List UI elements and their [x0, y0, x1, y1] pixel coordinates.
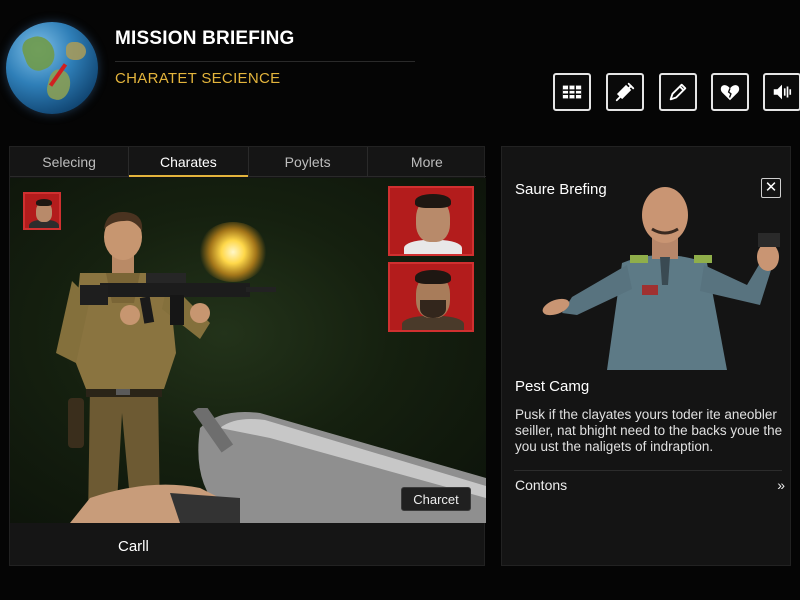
speaker-icon: [773, 84, 792, 100]
contons-link[interactable]: Contons »: [515, 477, 785, 493]
heart-icon: [720, 85, 740, 101]
grid-button[interactable]: [553, 73, 591, 111]
character-panel: Selecing Charates Poylets More Charcet C…: [9, 146, 486, 566]
character-name: Carll: [118, 538, 149, 555]
character-select-button[interactable]: Charcet: [401, 487, 471, 511]
page-subtitle: CHARATET SECIENCE: [115, 70, 281, 87]
character-scene: [10, 178, 486, 523]
muzzle-flash: [198, 222, 268, 282]
tab-poylets[interactable]: Poylets: [249, 147, 368, 176]
character-portrait-2[interactable]: [388, 262, 474, 332]
tab-selecing[interactable]: Selecing: [10, 147, 130, 176]
chevron-right-icon: »: [777, 477, 785, 493]
header-divider: [115, 61, 415, 62]
syringe-button[interactable]: [606, 73, 644, 111]
briefing-subtitle: Pest Camg: [515, 378, 590, 395]
officer-image: [542, 187, 780, 370]
syringe-icon: [615, 82, 635, 102]
character-portrait-1[interactable]: [388, 186, 474, 256]
page-title: MISSION BRIEFING: [115, 28, 295, 49]
grid-icon: [562, 85, 582, 99]
pen-button[interactable]: [659, 73, 697, 111]
character-portrait-small[interactable]: [23, 192, 61, 230]
tab-bar: Selecing Charates Poylets More: [10, 147, 486, 177]
speaker-button[interactable]: [763, 73, 800, 111]
tab-charates[interactable]: Charates: [129, 147, 249, 177]
heart-button[interactable]: [711, 73, 749, 111]
pen-icon: [669, 83, 687, 101]
contons-label: Contons: [515, 477, 568, 493]
tab-more[interactable]: More: [368, 147, 486, 176]
globe-logo: [6, 22, 98, 114]
briefing-divider: [514, 470, 782, 471]
briefing-panel: Saure Brefing ✕ Pest Camg Pusk if the cl…: [501, 146, 791, 566]
briefing-description: Pusk if the clayates yours toder ite ane…: [515, 407, 783, 454]
